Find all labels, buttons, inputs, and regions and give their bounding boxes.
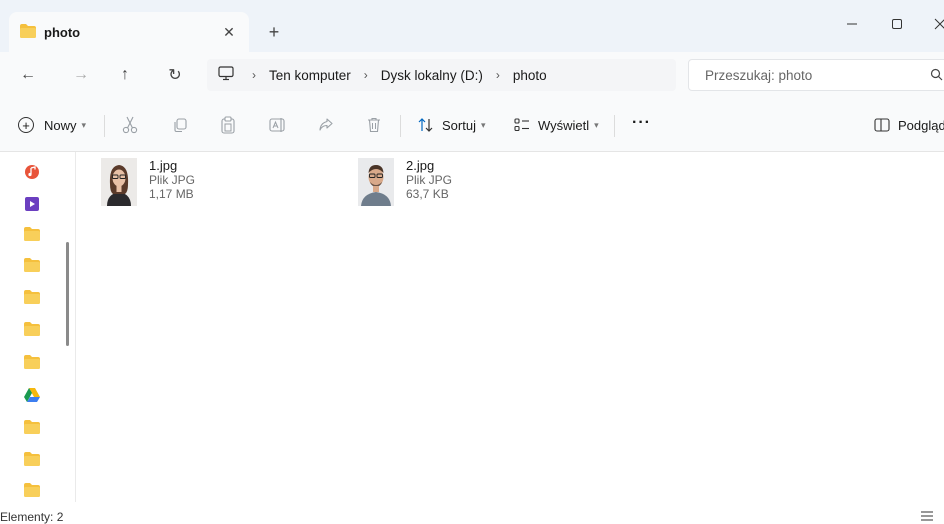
tab-photo[interactable]: photo ✕ — [9, 12, 249, 52]
command-bar: + Nowy ▾ Sortuj ▾ Wyświetl ▾ ··· Podgląd — [0, 98, 944, 152]
file-size: 63,7 KB — [406, 187, 449, 201]
image-thumbnail — [358, 158, 394, 206]
folder-icon — [20, 23, 36, 41]
delete-icon[interactable] — [364, 115, 384, 135]
preview-icon — [874, 118, 890, 132]
share-icon[interactable] — [316, 115, 336, 135]
folder-icon — [24, 483, 40, 497]
tab-title: photo — [44, 24, 81, 40]
chevron-down-icon: ▾ — [81, 119, 87, 130]
divider — [614, 115, 615, 137]
file-name: 1.jpg — [149, 158, 178, 173]
sidebar-item-videos[interactable] — [24, 196, 40, 212]
view-button[interactable]: Wyświetl ▾ — [514, 114, 599, 136]
sidebar-item-music[interactable] — [24, 164, 40, 180]
navigation-pane — [0, 152, 76, 502]
divider — [400, 115, 401, 137]
copy-icon[interactable] — [170, 115, 190, 135]
search-icon — [930, 68, 943, 84]
file-type: Plik JPG — [149, 173, 196, 187]
sidebar-item-folder[interactable] — [24, 452, 40, 468]
chevron-down-icon: ▾ — [480, 119, 486, 130]
item-count: Elementy: 2 — [0, 510, 64, 524]
search-input[interactable]: Przeszukaj: photo — [688, 59, 944, 91]
folder-icon — [24, 258, 40, 272]
new-tab-button[interactable]: + — [264, 22, 284, 42]
folder-icon — [24, 290, 40, 304]
navigation-bar: ← → ↑ ↻ › Ten komputer › Dysk lokalny (D… — [0, 52, 944, 98]
music-icon — [25, 165, 39, 179]
file-type: Plik JPG — [406, 173, 453, 187]
sidebar-item-google-drive[interactable] — [24, 388, 40, 404]
new-label: Nowy — [44, 117, 77, 133]
breadcrumb-separator: › — [495, 68, 500, 82]
sidebar-scrollbar[interactable] — [66, 242, 69, 346]
sort-label: Sortuj — [442, 117, 476, 133]
folder-icon — [24, 322, 40, 336]
tab-close-button[interactable]: ✕ — [219, 22, 239, 42]
chevron-down-icon: ▾ — [594, 119, 599, 130]
breadcrumb-photo[interactable]: photo — [513, 68, 547, 83]
sidebar-item-folder[interactable] — [24, 355, 40, 371]
breadcrumb-separator: › — [363, 68, 368, 82]
file-item-2[interactable]: 2.jpg Plik JPG 63,7 KB — [358, 158, 578, 212]
view-icon — [514, 118, 530, 132]
view-label: Wyświetl — [538, 117, 590, 133]
google-drive-icon — [24, 388, 40, 402]
title-bar: photo ✕ + — [0, 0, 944, 52]
preview-pane-button[interactable]: Podgląd — [874, 114, 944, 136]
refresh-button[interactable]: ↻ — [163, 63, 187, 87]
plus-icon: + — [18, 117, 34, 133]
breadcrumb-this-pc[interactable]: Ten komputer — [269, 68, 351, 83]
maximize-button[interactable] — [885, 12, 909, 36]
file-size: 1,17 MB — [149, 187, 194, 201]
forward-button[interactable]: → — [69, 63, 93, 87]
up-button[interactable]: ↑ — [113, 63, 137, 87]
minimize-button[interactable] — [840, 12, 864, 36]
breadcrumb-separator: › — [252, 68, 256, 82]
preview-label: Podgląd — [898, 117, 944, 133]
videos-icon — [25, 197, 39, 211]
folder-icon — [24, 355, 40, 369]
more-options-button[interactable]: ··· — [632, 112, 651, 134]
breadcrumb-local-disk[interactable]: Dysk lokalny (D:) — [381, 68, 483, 83]
sidebar-item-folder[interactable] — [24, 258, 40, 274]
folder-icon — [24, 420, 40, 434]
divider — [104, 115, 105, 137]
status-bar: Elementy: 2 — [0, 504, 944, 524]
rename-icon[interactable] — [268, 115, 288, 135]
file-item-1[interactable]: 1.jpg Plik JPG 1,17 MB — [101, 158, 321, 212]
image-thumbnail — [101, 158, 137, 206]
folder-icon — [24, 452, 40, 466]
file-name: 2.jpg — [406, 158, 435, 173]
folder-icon — [24, 227, 40, 241]
sidebar-item-folder[interactable] — [24, 227, 40, 243]
cut-icon[interactable] — [120, 115, 140, 135]
sidebar-item-folder[interactable] — [24, 322, 40, 338]
back-button[interactable]: ← — [16, 63, 40, 87]
sidebar-item-folder[interactable] — [24, 483, 40, 499]
new-button[interactable]: + Nowy ▾ — [18, 114, 86, 136]
computer-icon — [218, 66, 234, 84]
sort-button[interactable]: Sortuj ▾ — [418, 114, 486, 136]
paste-icon[interactable] — [218, 115, 238, 135]
sidebar-item-folder[interactable] — [24, 290, 40, 306]
sidebar-item-folder[interactable] — [24, 420, 40, 436]
address-bar[interactable]: › Ten komputer › Dysk lokalny (D:) › pho… — [207, 59, 676, 91]
close-button[interactable] — [928, 12, 944, 36]
details-view-icon[interactable] — [920, 510, 934, 524]
sort-icon — [418, 118, 434, 132]
